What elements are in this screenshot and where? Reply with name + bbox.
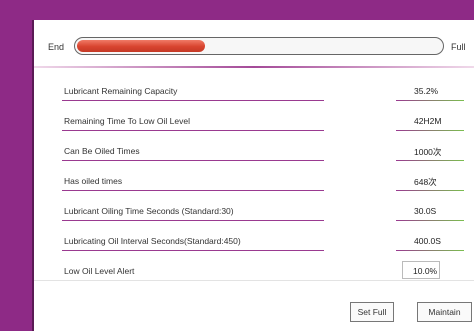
param-label: Lubricant Oiling Time Seconds (Standard:… [64,206,234,216]
divider [62,160,324,161]
divider [62,190,324,191]
set-full-button[interactable]: Set Full [350,302,394,322]
bottom-divider [34,280,474,281]
param-row-oil-interval: Lubricating Oil Interval Seconds(Standar… [34,228,474,258]
gauge-fill [77,40,205,52]
gauge-track [74,37,444,55]
maintain-button[interactable]: Maintain [417,302,472,322]
param-row-oiling-time: Lubricant Oiling Time Seconds (Standard:… [34,198,474,228]
divider [396,100,464,101]
param-value: 1000次 [414,147,442,157]
param-row-can-be-oiled: Can Be Oiled Times 1000次 [34,138,474,168]
divider [62,220,324,221]
param-value: 42H2M [414,116,442,126]
param-label: Low Oil Level Alert [64,266,135,276]
param-label: Has oiled times [64,176,123,186]
divider [396,160,464,161]
divider [62,250,324,251]
param-label: Lubricant Remaining Capacity [64,86,178,96]
param-row-remaining-time: Remaining Time To Low Oil Level 42H2M [34,108,474,138]
gauge-end-label: End [48,42,65,52]
divider [62,130,324,131]
param-label: Lubricating Oil Interval Seconds(Standar… [64,236,241,246]
divider [62,100,324,101]
gauge-full-label: Full [451,42,466,52]
divider [396,130,464,131]
param-value: 30.0S [414,206,437,216]
oil-level-gauge: End Full [34,30,474,64]
param-label: Can Be Oiled Times [64,146,140,156]
gauge-divider [34,66,474,68]
param-row-has-oiled: Has oiled times 648次 [34,168,474,198]
divider [396,190,464,191]
lubrication-panel: End Full Lubricant Remaining Capacity 35… [32,20,474,331]
param-row-remaining-capacity: Lubricant Remaining Capacity 35.2% [34,78,474,108]
param-row-low-oil-alert: Low Oil Level Alert 10.0% [34,258,474,288]
divider [396,250,464,251]
param-value: 35.2% [414,86,439,96]
param-value: 400.0S [414,236,441,246]
divider [396,220,464,221]
param-label: Remaining Time To Low Oil Level [64,116,190,126]
low-oil-alert-input[interactable]: 10.0% [402,261,440,279]
param-value: 648次 [414,177,437,187]
